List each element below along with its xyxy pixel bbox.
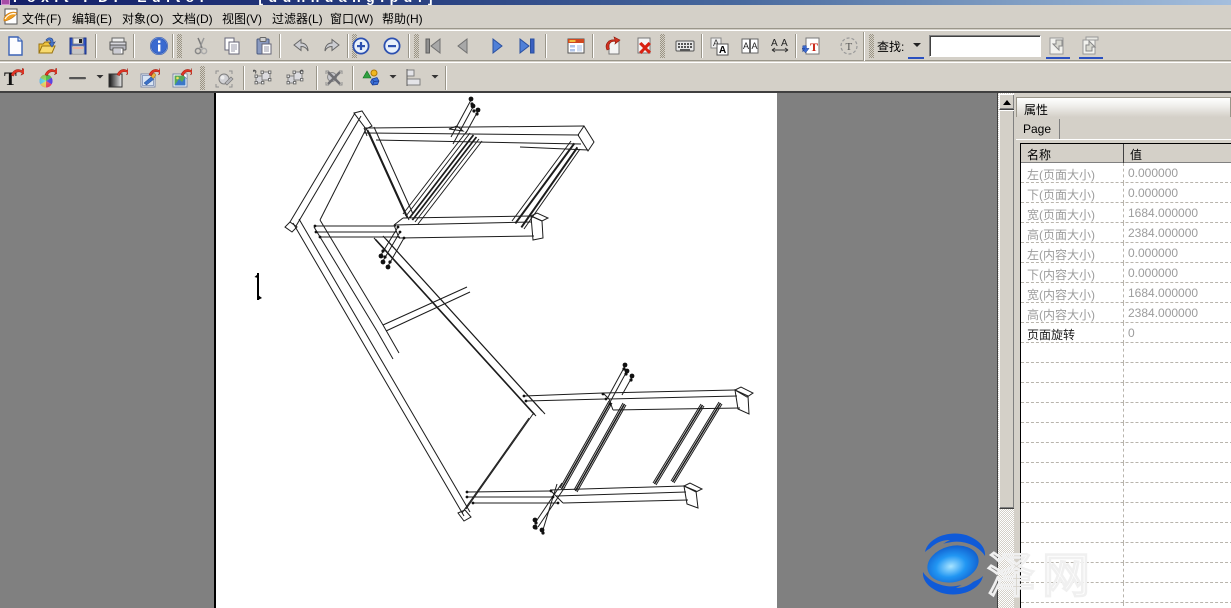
svg-text:T: T: [846, 41, 853, 53]
svg-text:T: T: [810, 40, 818, 54]
svg-text:A: A: [743, 41, 749, 51]
svg-text:A: A: [719, 45, 726, 56]
svg-text:A: A: [752, 41, 758, 51]
svg-text:A: A: [771, 38, 778, 49]
svg-text:A: A: [781, 38, 788, 49]
